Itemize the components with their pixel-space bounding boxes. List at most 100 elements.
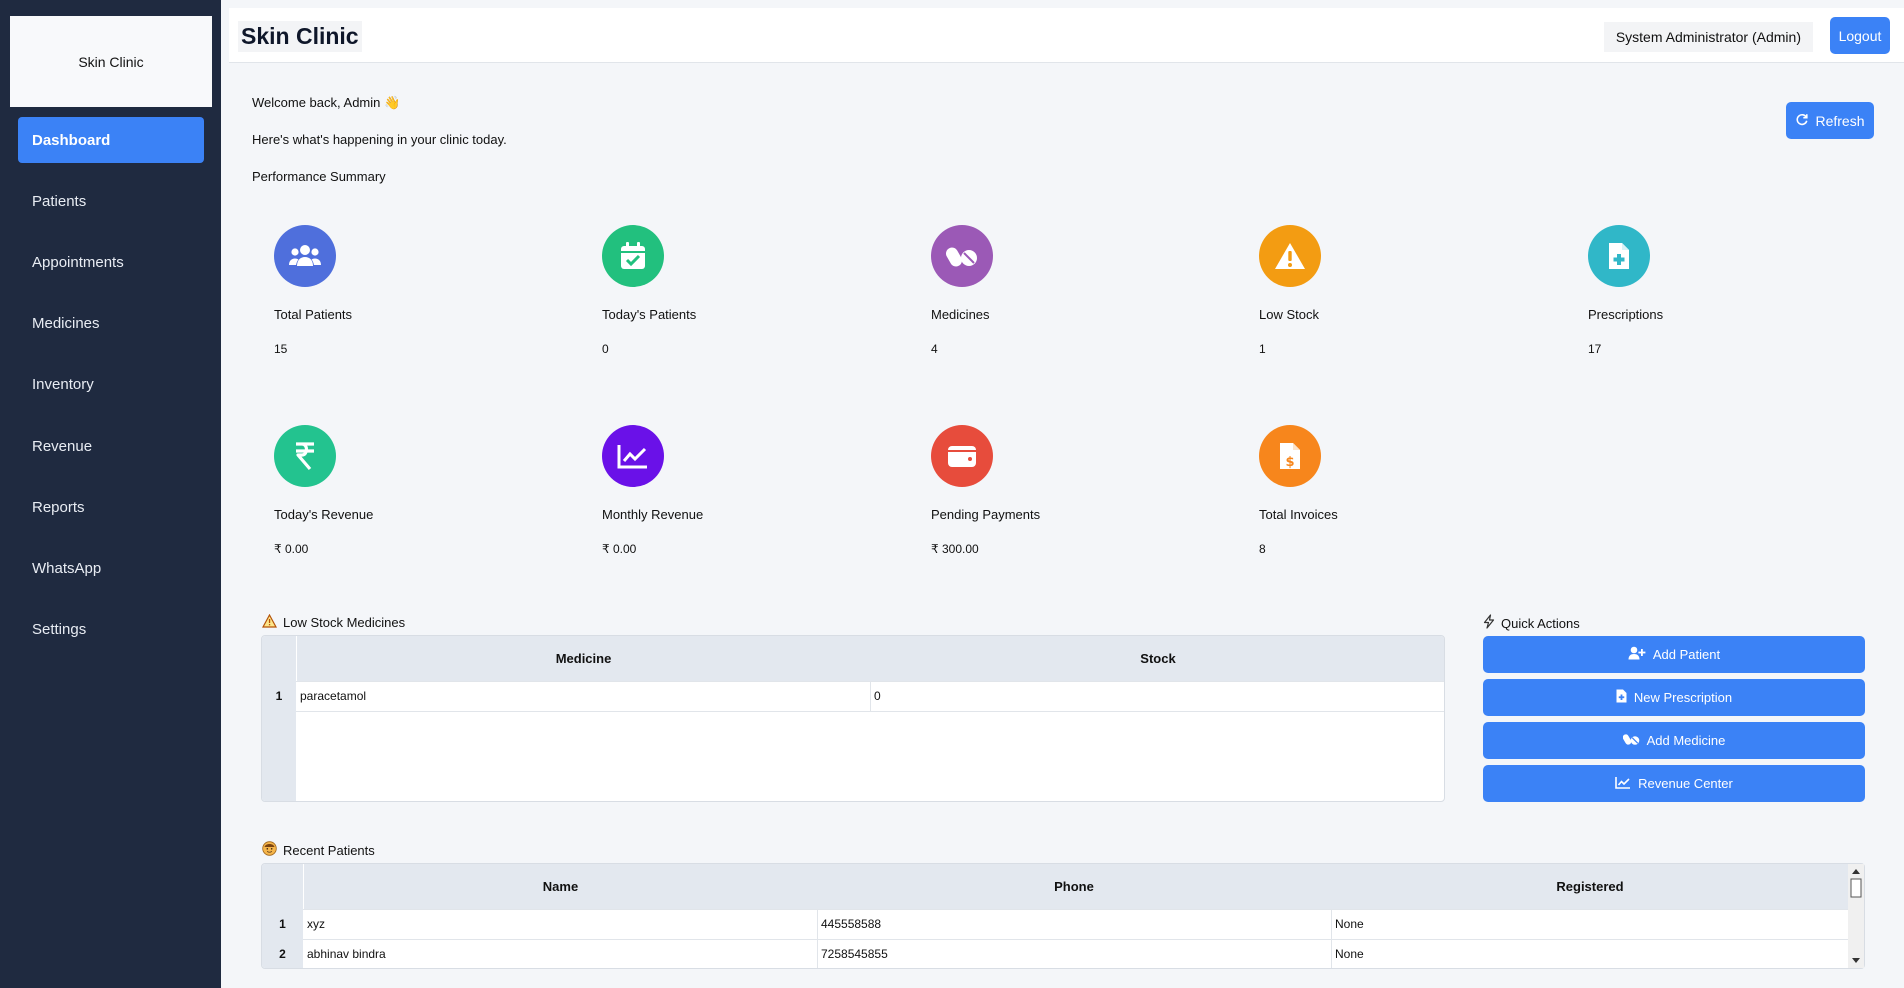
low-stock-title: Low Stock Medicines	[261, 613, 406, 631]
stat-value: 1	[1259, 342, 1266, 356]
recent-patients-title: Recent Patients	[262, 841, 375, 859]
row-index-column	[262, 636, 296, 801]
stat-label: Medicines	[931, 307, 990, 322]
column-header-phone[interactable]: Phone	[817, 864, 1331, 909]
stat-label: Low Stock	[1259, 307, 1319, 322]
sidebar-item-revenue[interactable]: Revenue	[18, 423, 204, 469]
new-prescription-button[interactable]: New Prescription	[1483, 679, 1865, 716]
warning-icon	[1259, 225, 1321, 287]
top-header: Skin Clinic System Administrator (Admin)…	[229, 8, 1904, 63]
sidebar-item-whatsapp[interactable]: WhatsApp	[18, 545, 204, 591]
wallet-icon	[931, 425, 993, 487]
table-cell-phone[interactable]: 445558588	[818, 909, 1331, 939]
row-index: 2	[279, 947, 286, 961]
user-plus-icon	[1628, 646, 1646, 663]
stat-label: Today's Patients	[602, 307, 697, 322]
add-medicine-button[interactable]: Add Medicine	[1483, 722, 1865, 759]
sidebar: Skin Clinic Dashboard Patients Appointme…	[0, 0, 221, 988]
quick-actions-title-label: Quick Actions	[1501, 615, 1580, 631]
stat-card-pending-payments: Pending Payments ₹ 300.00	[929, 425, 1189, 585]
warning-icon	[261, 613, 278, 631]
sidebar-item-patients[interactable]: Patients	[18, 178, 204, 224]
stat-value: 4	[931, 342, 938, 356]
pills-icon	[1622, 733, 1640, 749]
low-stock-title-label: Low Stock Medicines	[283, 615, 406, 630]
row-divider	[296, 711, 1444, 712]
revenue-center-button[interactable]: Revenue Center	[1483, 765, 1865, 802]
sidebar-logo: Skin Clinic	[10, 16, 212, 107]
chart-line-icon	[1615, 776, 1631, 792]
logo-text: Skin Clinic	[78, 53, 144, 70]
table-cell-name[interactable]: xyz	[304, 909, 817, 939]
add-patient-label: Add Patient	[1652, 647, 1721, 662]
rupee-icon	[274, 425, 336, 487]
stat-label: Prescriptions	[1588, 307, 1664, 322]
sidebar-item-medicines[interactable]: Medicines	[18, 300, 204, 346]
chart-line-icon	[602, 425, 664, 487]
refresh-button[interactable]: Refresh	[1786, 102, 1874, 139]
low-stock-table[interactable]: Medicine Stock 1 paracetamol 0	[261, 635, 1445, 802]
stat-value: ₹ 0.00	[274, 542, 309, 556]
add-medicine-label: Add Medicine	[1646, 733, 1726, 748]
stat-card-monthly-revenue: Monthly Revenue ₹ 0.00	[600, 425, 860, 585]
pills-icon	[931, 225, 993, 287]
stat-label: Today's Revenue	[274, 507, 374, 522]
stat-card-total-invoices: $ Total Invoices 8	[1257, 425, 1517, 585]
stat-label: Pending Payments	[931, 507, 1041, 522]
column-header-stock[interactable]: Stock	[870, 636, 1444, 681]
users-icon	[274, 225, 336, 287]
stat-card-prescriptions: Prescriptions 17	[1586, 225, 1846, 385]
stat-card-todays-patients: Today's Patients 0	[600, 225, 860, 385]
stat-label: Total Invoices	[1259, 507, 1338, 522]
column-header-name[interactable]: Name	[304, 864, 817, 909]
stat-value: 8	[1259, 542, 1266, 556]
sidebar-item-reports[interactable]: Reports	[18, 484, 204, 530]
row-index: 1	[279, 917, 286, 931]
column-header-registered[interactable]: Registered	[1331, 864, 1849, 909]
file-medical-icon	[1616, 689, 1627, 706]
stat-card-medicines: Medicines 4	[929, 225, 1189, 385]
recent-patients-scrollbar[interactable]	[1848, 864, 1864, 968]
stat-value: 0	[602, 342, 609, 356]
stat-value: 15	[274, 342, 288, 356]
performance-summary-heading: Performance Summary	[252, 169, 386, 184]
table-cell-name[interactable]: abhinav bindra	[304, 939, 817, 968]
sidebar-item-inventory[interactable]: Inventory	[18, 361, 204, 407]
sidebar-item-appointments[interactable]: Appointments	[18, 239, 204, 285]
invoice-icon: $	[1259, 425, 1321, 487]
stat-card-todays-revenue: Today's Revenue ₹ 0.00	[272, 425, 532, 585]
page-title: Skin Clinic	[238, 21, 362, 52]
user-label: System Administrator (Admin)	[1603, 22, 1813, 52]
bolt-icon	[1483, 614, 1495, 632]
table-cell-registered[interactable]: None	[1332, 909, 1849, 939]
column-header-medicine[interactable]: Medicine	[297, 636, 870, 681]
table-cell-phone[interactable]: 7258545855	[818, 939, 1331, 968]
stat-value: ₹ 0.00	[602, 542, 637, 556]
row-index: 1	[275, 689, 283, 703]
new-prescription-label: New Prescription	[1633, 690, 1733, 705]
sidebar-item-dashboard[interactable]: Dashboard	[18, 117, 204, 163]
welcome-text: Welcome back, Admin 👋	[252, 95, 401, 110]
stat-value: 17	[1588, 342, 1602, 356]
refresh-label: Refresh	[1815, 112, 1865, 129]
table-cell-medicine[interactable]: paracetamol	[297, 681, 870, 711]
stat-label: Total Patients	[274, 307, 353, 322]
revenue-center-label: Revenue Center	[1638, 776, 1733, 791]
refresh-icon	[1795, 112, 1809, 129]
recent-patients-table[interactable]: Name Phone Registered 1 xyz 445558588 No…	[261, 863, 1865, 969]
stat-label: Monthly Revenue	[602, 507, 704, 522]
table-cell-stock[interactable]: 0	[871, 681, 1444, 711]
quick-actions-title: Quick Actions	[1483, 614, 1580, 632]
logout-button[interactable]: Logout	[1830, 17, 1890, 54]
table-cell-registered[interactable]: None	[1332, 939, 1849, 968]
stat-card-total-patients: Total Patients 15	[272, 225, 532, 385]
add-patient-button[interactable]: Add Patient	[1483, 636, 1865, 673]
sidebar-item-settings[interactable]: Settings	[18, 606, 204, 652]
person-emoji-icon	[262, 841, 277, 859]
recent-patients-title-label: Recent Patients	[283, 842, 375, 858]
calendar-check-icon	[602, 225, 664, 287]
welcome-subtitle: Here's what's happening in your clinic t…	[252, 132, 507, 147]
stat-card-low-stock: Low Stock 1	[1257, 225, 1517, 385]
prescription-file-icon	[1588, 225, 1650, 287]
svg-text:$: $	[1285, 455, 1294, 470]
